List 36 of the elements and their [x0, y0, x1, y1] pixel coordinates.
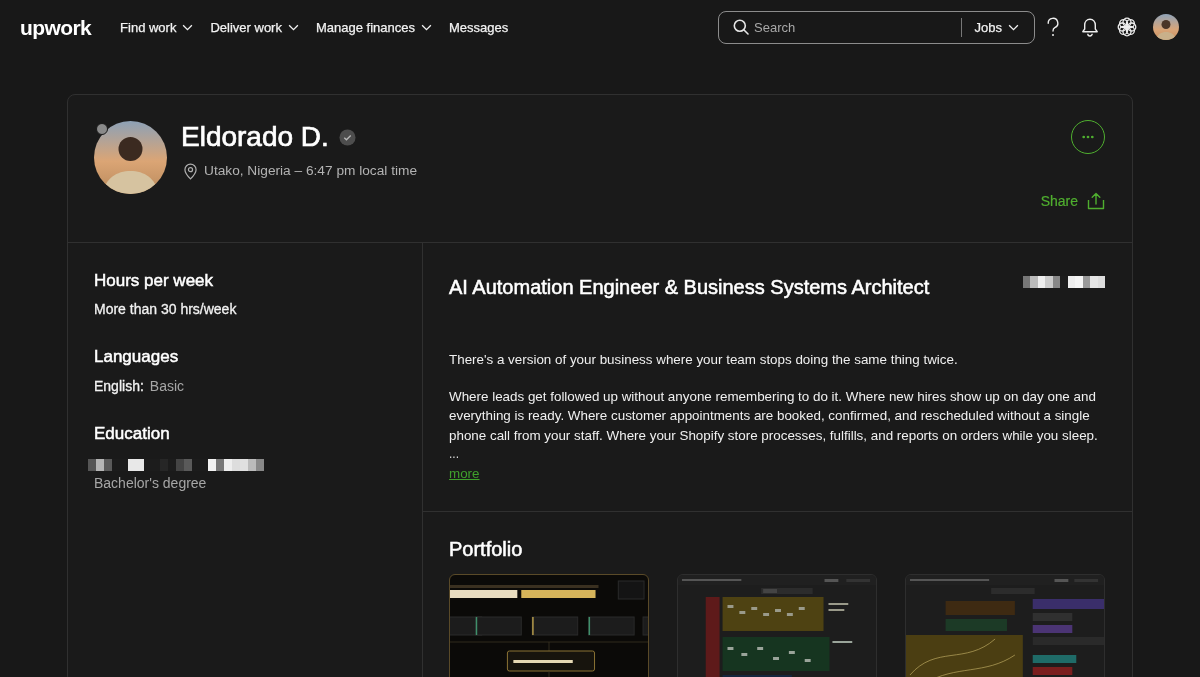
hours-value: More than 30 hrs/week: [94, 300, 237, 319]
logo[interactable]: upwork: [20, 16, 92, 38]
degree-text: Bachelor's degree: [94, 474, 207, 492]
overview-paragraph: Where leads get followed up without anyone remembering to do it. Where new hires show up on day one and everything is ready. Where customer appointments are booked, confirmed, and rescheduled without a single phone call from your staff. Where your Shopify store processes, fulfills, and reports on orders while you sleep.: [449, 387, 1099, 445]
ellipsis-icon: [1082, 135, 1094, 139]
section-heading: Hours per week: [94, 270, 214, 292]
search-scope-dropdown[interactable]: Jobs: [974, 19, 1019, 35]
workflow-thumbnail-drawing[interactable]: [677, 573, 877, 677]
ellipsis-text: ...: [449, 446, 459, 463]
user-avatar[interactable]: [1153, 14, 1179, 40]
portfolio-heading: Portfolio: [449, 536, 523, 562]
canvas-thumbnail-drawing[interactable]: [905, 573, 1105, 677]
nav-menu-item[interactable]: Messages: [448, 19, 509, 35]
help-icon[interactable]: [1046, 17, 1060, 37]
nav-menu-item[interactable]: Deliver work: [210, 19, 299, 35]
nav-menu-item[interactable]: Find work: [120, 19, 194, 35]
nav-menu-item[interactable]: Manage finances: [315, 19, 432, 35]
caret-icon: [1008, 23, 1019, 31]
search-icon: [733, 19, 749, 35]
section-heading: Languages: [94, 346, 179, 368]
language-name: English:: [94, 377, 144, 396]
location-text: Utako, Nigeria – 6:47 pm local time: [204, 162, 417, 180]
search-input[interactable]: Search: [754, 18, 949, 36]
overview-paragraph: There's a version of your business where your team stops doing the same thing twice.: [449, 351, 958, 369]
language-proficiency: Basic: [149, 377, 185, 396]
section-heading: Education: [94, 423, 170, 445]
freelancer-name: Eldorado D.: [181, 120, 329, 154]
search-bar[interactable]: Search Jobs: [718, 10, 1035, 44]
flower-icon[interactable]: [1117, 17, 1137, 37]
share-link[interactable]: Share: [1040, 190, 1105, 212]
profile-title: AI Automation Engineer & Business Systems Architect: [449, 275, 930, 300]
slide-thumbnail-drawing[interactable]: [449, 573, 649, 677]
share-icon: [1087, 192, 1105, 210]
more-link[interactable]: more: [449, 464, 480, 484]
notification-bell-icon[interactable]: [1080, 17, 1100, 37]
location-pin-icon: [184, 162, 197, 180]
